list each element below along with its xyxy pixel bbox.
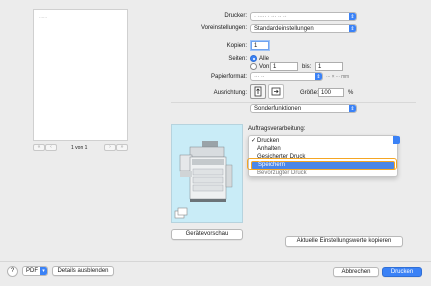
presets-value: Standardeinstellungen bbox=[254, 26, 314, 32]
device-preview bbox=[171, 124, 243, 223]
pages-all-label: Alle bbox=[259, 56, 270, 62]
menu-item-label: Anhalten bbox=[257, 146, 281, 152]
pdf-label: PDF bbox=[26, 268, 38, 274]
orientation-portrait-button[interactable] bbox=[250, 84, 266, 99]
prev-page-button[interactable]: ‹ bbox=[45, 144, 57, 151]
printer-value: · ····· · ··· ·· ·· bbox=[254, 14, 287, 20]
menu-item-label: Drucken bbox=[257, 138, 280, 144]
paper-value: ··· ·· bbox=[254, 74, 265, 80]
presets-select[interactable]: Standardeinstellungen ⇕ bbox=[250, 24, 357, 33]
help-button[interactable]: ? bbox=[7, 266, 18, 277]
next-page-button[interactable]: › bbox=[104, 144, 116, 151]
first-page-button[interactable]: « bbox=[33, 144, 45, 151]
page-counter: 1 von 1 bbox=[71, 145, 88, 151]
portrait-icon bbox=[254, 86, 262, 97]
section-select[interactable]: Sonderfunktionen ⇕ bbox=[250, 104, 357, 113]
menu-item-bevorzugter-druck[interactable]: Bevorzugter Druck bbox=[249, 169, 397, 177]
paper-select[interactable]: ··· ·· ⇕ bbox=[250, 72, 323, 81]
copies-label: Kopien: bbox=[226, 43, 247, 49]
copies-input[interactable]: 1 bbox=[251, 41, 269, 50]
chevron-updown-icon bbox=[393, 136, 400, 144]
pages-range-radio[interactable] bbox=[250, 63, 257, 70]
paper-label: Papierformat: bbox=[210, 74, 247, 80]
size-unit: % bbox=[348, 90, 354, 96]
first-page-icon: « bbox=[37, 144, 41, 150]
copy-settings-button[interactable]: Aktuelle Einstellungswerte kopieren bbox=[285, 236, 403, 247]
last-page-icon: » bbox=[120, 144, 124, 150]
job-dropdown-menu: ✓ Drucken Anhalten Gesicherter Druck Spe… bbox=[248, 135, 400, 177]
print-button[interactable]: Drucken bbox=[382, 267, 422, 277]
paper-stack-icon bbox=[174, 207, 188, 219]
printer-label: Drucker: bbox=[224, 13, 247, 19]
page-nav: « ‹ 1 von 1 › » bbox=[33, 143, 128, 153]
chevron-updown-icon: ⇕ bbox=[315, 73, 322, 80]
paper-dims: ··· × ··· mm bbox=[326, 74, 350, 80]
device-preview-button[interactable]: Gerätevorschau bbox=[171, 229, 243, 240]
chevron-updown-icon: ⇕ bbox=[349, 105, 356, 112]
page-preview-header: ······ bbox=[39, 15, 47, 20]
pdf-menu-button[interactable]: PDF ▾ bbox=[22, 266, 48, 276]
job-label: Auftragsverarbeitung: bbox=[248, 126, 306, 132]
chevron-down-icon: ▾ bbox=[40, 267, 47, 275]
checkmark-icon: ✓ bbox=[251, 138, 257, 144]
next-page-icon: › bbox=[109, 144, 111, 150]
footer-separator bbox=[0, 261, 431, 262]
last-page-button[interactable]: » bbox=[116, 144, 128, 151]
pages-all-radio[interactable] bbox=[250, 55, 257, 62]
pages-to-input[interactable]: 1 bbox=[315, 62, 343, 71]
help-icon: ? bbox=[10, 268, 15, 274]
prev-page-icon: ‹ bbox=[50, 144, 52, 150]
section-value: Sonderfunktionen bbox=[254, 106, 302, 112]
pages-from-input[interactable]: 1 bbox=[270, 62, 298, 71]
chevron-updown-icon: ⇕ bbox=[349, 13, 356, 20]
printer-select[interactable]: · ····· · ··· ·· ·· ⇕ bbox=[250, 12, 357, 21]
page-preview: ······ bbox=[33, 9, 128, 141]
presets-label: Voreinstellungen: bbox=[200, 25, 247, 31]
hide-details-button[interactable]: Details ausblenden bbox=[52, 266, 114, 276]
cancel-button[interactable]: Abbrechen bbox=[333, 267, 379, 277]
size-label: Größe: bbox=[300, 90, 319, 96]
orientation-label: Ausrichtung: bbox=[213, 90, 247, 96]
separator bbox=[171, 102, 416, 103]
orientation-landscape-button[interactable] bbox=[268, 84, 284, 99]
menu-item-drucken[interactable]: ✓ Drucken bbox=[249, 137, 397, 145]
chevron-updown-icon: ⇕ bbox=[349, 25, 356, 32]
landscape-icon bbox=[271, 87, 281, 96]
pages-to-label: bis: bbox=[302, 64, 312, 70]
menu-item-label: Bevorzugter Druck bbox=[257, 170, 307, 176]
menu-item-anhalten[interactable]: Anhalten bbox=[249, 145, 397, 153]
size-input[interactable]: 100 bbox=[318, 88, 344, 97]
focus-ring bbox=[247, 158, 397, 170]
pages-label: Seiten: bbox=[228, 56, 247, 62]
